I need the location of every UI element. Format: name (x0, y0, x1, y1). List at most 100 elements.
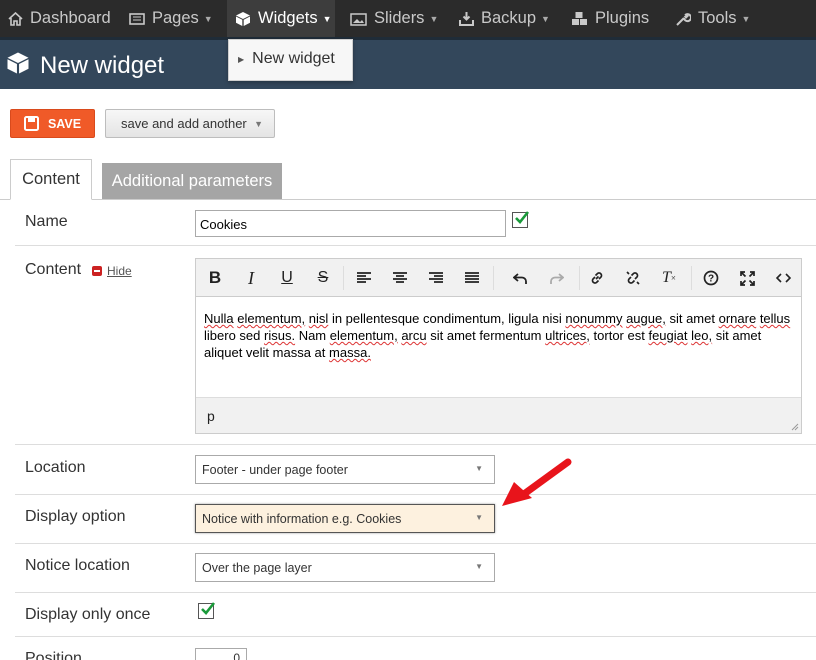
toolbar-separator (493, 266, 494, 290)
editor-text: ultrices, (545, 328, 590, 343)
hide-link-label: Hide (107, 264, 132, 278)
minus-icon (92, 266, 102, 276)
editor-content-area[interactable]: Nulla elementum, nisl in pellentesque co… (204, 310, 794, 361)
editor-text: Nam (298, 328, 327, 343)
editor-text: ornare (718, 311, 757, 326)
editor-statusbar: p (196, 397, 801, 433)
row-divider (15, 245, 816, 246)
nav-widgets[interactable]: Widgets ▼ (227, 0, 335, 37)
hide-editor-link[interactable]: Hide (92, 264, 132, 278)
redo-icon[interactable] (538, 259, 574, 297)
chevron-down-icon: ▼ (429, 13, 439, 24)
row-divider (15, 494, 816, 495)
tabs-divider (0, 199, 816, 200)
chevron-down-icon: ▼ (541, 13, 550, 24)
svg-text:?: ? (708, 274, 714, 285)
editor-text: Nulla (204, 311, 234, 326)
home-icon (8, 11, 23, 26)
align-right-icon[interactable] (418, 259, 454, 297)
chevron-down-icon: ▼ (203, 13, 213, 24)
nav-tools[interactable]: Tools ▼ (675, 0, 750, 37)
pages-icon (129, 12, 145, 25)
location-select[interactable]: Footer - under page footer ▼ (195, 455, 495, 484)
strikethrough-icon[interactable]: S (305, 259, 341, 297)
cubes-icon (572, 12, 587, 25)
chevron-down-icon: ▼ (475, 513, 483, 522)
editor-text: arcu (401, 328, 427, 343)
link-icon[interactable] (579, 259, 615, 297)
nav-dashboard[interactable]: Dashboard (8, 0, 111, 37)
page-title: New widget (40, 52, 165, 79)
chevron-down-icon: ▼ (475, 562, 483, 571)
source-code-icon[interactable] (765, 259, 801, 297)
display-once-checkbox[interactable] (198, 602, 216, 619)
editor-text: nisl (308, 311, 329, 326)
clear-formatting-icon[interactable]: T × (651, 259, 687, 297)
notice-location-label: Notice location (25, 557, 130, 574)
menu-item-new-widget[interactable]: ▶ New widget (238, 50, 335, 68)
undo-icon[interactable] (502, 259, 538, 297)
fullscreen-icon[interactable] (729, 259, 765, 297)
notice-location-select[interactable]: Over the page layer ▼ (195, 553, 495, 582)
nav-pages[interactable]: Pages ▼ (129, 0, 213, 37)
annotation-arrow-icon (502, 458, 572, 506)
editor-text: tellus (759, 311, 791, 326)
editor-text: augue, (626, 311, 666, 326)
cube-icon (7, 52, 29, 74)
nav-plugins-label: Plugins (595, 9, 650, 27)
save-button[interactable]: SAVE (10, 109, 95, 138)
row-divider (15, 592, 816, 593)
page-header: New widget (0, 37, 816, 89)
wrench-icon (676, 12, 691, 26)
nav-backup-label: Backup (481, 9, 537, 27)
chevron-down-icon: ▼ (322, 13, 332, 24)
cube-icon (236, 11, 250, 26)
resize-handle-icon[interactable] (790, 422, 799, 431)
toolbar-separator (343, 266, 344, 290)
chevron-down-icon: ▼ (741, 13, 751, 24)
widgets-dropdown-menu: ▶ New widget (228, 39, 353, 81)
nav-tools-label: Tools (698, 9, 737, 27)
top-navigation: Dashboard Pages ▼ Widgets ▼ Sliders ▼ Ba… (0, 0, 816, 37)
notice-location-select-value: Over the page layer (202, 561, 312, 575)
toolbar-separator (691, 266, 692, 290)
save-icon (23, 116, 39, 131)
display-once-label: Display only once (25, 606, 151, 623)
nav-widgets-label: Widgets (258, 9, 318, 27)
help-icon[interactable]: ? (693, 259, 729, 297)
checkmark-icon (201, 602, 216, 615)
editor-text: sit amet (669, 311, 715, 326)
display-option-select-value: Notice with information e.g. Cookies (202, 512, 402, 526)
nav-plugins[interactable]: Plugins (571, 0, 649, 37)
unlink-icon[interactable] (615, 259, 651, 297)
italic-icon[interactable]: I (233, 259, 269, 297)
rich-text-editor[interactable]: B I U S T × ? Nulla elementum, nisl in pe… (195, 258, 802, 434)
name-checkbox[interactable] (512, 211, 530, 228)
nav-sliders[interactable]: Sliders ▼ (350, 0, 438, 37)
underline-icon[interactable]: U (269, 259, 305, 297)
align-left-icon[interactable] (346, 259, 382, 297)
editor-toolbar: B I U S T × ? (196, 259, 801, 297)
editor-text: feugiat (648, 328, 688, 343)
position-input[interactable]: 0 (195, 648, 247, 660)
tab-additional-parameters[interactable]: Additional parameters (102, 163, 282, 199)
align-center-icon[interactable] (382, 259, 418, 297)
caret-right-icon: ▶ (238, 54, 245, 64)
display-option-select[interactable]: Notice with information e.g. Cookies ▼ (195, 504, 495, 533)
location-select-value: Footer - under page footer (202, 463, 348, 477)
nav-pages-label: Pages (152, 9, 199, 27)
align-justify-icon[interactable] (454, 259, 490, 297)
image-icon (350, 12, 367, 26)
editor-text: leo, (691, 328, 713, 343)
download-icon (459, 12, 474, 26)
element-path[interactable]: p (207, 408, 215, 424)
save-and-add-another-button[interactable]: save and add another ▼ (105, 109, 275, 138)
nav-backup[interactable]: Backup ▼ (459, 0, 550, 37)
name-input[interactable]: Cookies (195, 210, 506, 237)
tab-content[interactable]: Content (10, 159, 92, 200)
content-label: Content (25, 261, 82, 278)
name-label: Name (25, 213, 68, 230)
nav-sliders-label: Sliders (374, 9, 425, 27)
editor-text: tortor est (593, 328, 645, 343)
bold-icon[interactable]: B (197, 259, 233, 297)
